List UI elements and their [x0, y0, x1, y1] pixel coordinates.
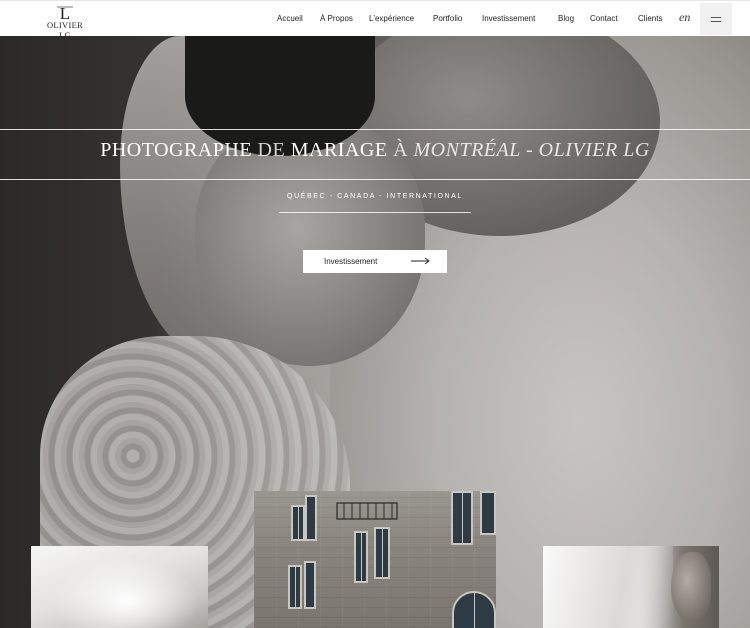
nav-contact[interactable]: Contact [590, 1, 618, 37]
hero-subtitle: QUÉBEC - CANADA - INTERNATIONAL [287, 193, 463, 200]
cta-label: Investissement [324, 257, 378, 266]
arrow-right-icon [411, 257, 430, 265]
nav-a-propos[interactable]: À Propos [320, 1, 353, 37]
nav-investissement[interactable]: Investissement [482, 1, 535, 37]
site-header: L OLIVIER LG Accueil À Propos L'expérien… [0, 0, 750, 40]
portfolio-card-bride[interactable] [543, 546, 719, 628]
svg-text:L: L [60, 5, 70, 21]
title-band-bottom-line [0, 179, 750, 180]
nav-clients[interactable]: Clients [638, 1, 662, 37]
title-band-top-line [0, 129, 750, 130]
nav-accueil[interactable]: Accueil [277, 1, 303, 37]
hero-title: PHOTOGRAPHE DE MARIAGE À MONTRÉAL - OLIV… [100, 139, 650, 161]
menu-button[interactable] [700, 3, 732, 35]
site-logo[interactable]: L OLIVIER LG [41, 5, 89, 40]
balcony-railing [336, 502, 398, 520]
logo-mark-icon: L [57, 5, 73, 21]
subtitle-underline [279, 212, 471, 213]
language-switch[interactable]: en [679, 10, 690, 25]
nav-experience[interactable]: L'expérience [369, 1, 414, 37]
investissement-button[interactable]: Investissement [303, 250, 447, 273]
portfolio-card-veil[interactable] [31, 546, 208, 628]
nav-blog[interactable]: Blog [558, 1, 574, 37]
nav-portfolio[interactable]: Portfolio [433, 1, 462, 37]
